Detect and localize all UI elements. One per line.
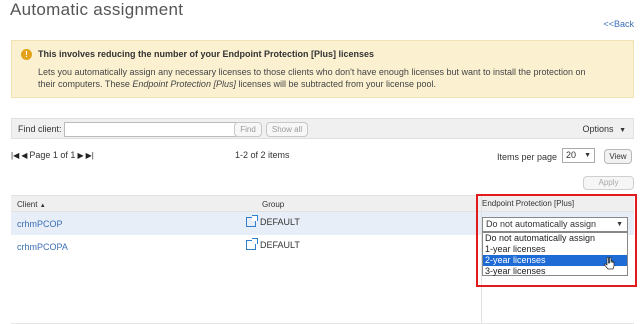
info-text-line2-suffix: licenses will be subtracted from your li… — [235, 79, 437, 89]
info-text: Lets you automatically assign any necess… — [38, 66, 623, 90]
first-page-icon[interactable]: |◀ — [11, 151, 19, 160]
external-group-icon[interactable] — [246, 238, 258, 250]
license-assignment-select[interactable]: Do not automatically assign ▼ — [482, 217, 628, 232]
info-title: This involves reducing the number of you… — [38, 49, 375, 59]
back-link[interactable]: <<Back — [603, 19, 634, 29]
caret-down-icon: ▼ — [619, 127, 626, 134]
show-all-button[interactable]: Show all — [266, 122, 308, 137]
page-title: Automatic assignment — [10, 0, 184, 19]
find-bar: Find client: Find Show all Options ▼ — [11, 118, 634, 139]
group-name: DEFAULT — [260, 240, 300, 250]
info-text-line2-em: Endpoint Protection [Plus] — [132, 79, 236, 89]
items-count: 1-2 of 2 items — [235, 150, 290, 160]
find-button[interactable]: Find — [234, 122, 262, 137]
hand-cursor-icon — [604, 257, 615, 270]
find-client-label: Find client: — [18, 124, 62, 134]
items-per-page-value: 20 — [566, 150, 577, 160]
previous-page-icon[interactable]: ◀ — [21, 151, 27, 160]
items-per-page-label: Items per page — [497, 152, 558, 162]
column-header-group[interactable]: Group — [262, 200, 284, 209]
group-name: DEFAULT — [260, 217, 300, 227]
external-group-icon[interactable] — [246, 215, 258, 227]
group-cell: DEFAULT — [246, 238, 300, 250]
caret-down-icon: ▼ — [616, 221, 623, 228]
client-link[interactable]: crhmPCOPA — [17, 242, 68, 252]
column-header-client-label: Client — [17, 200, 38, 209]
dropdown-option[interactable]: 1-year licenses — [483, 244, 627, 255]
find-client-input[interactable] — [64, 122, 243, 137]
client-link[interactable]: crhmPCOP — [17, 219, 63, 229]
items-per-page-select[interactable]: 20 ▼ — [562, 148, 595, 163]
last-page-icon[interactable]: ▶| — [86, 151, 94, 160]
page-indicator: Page 1 of 1 — [29, 150, 76, 160]
view-button[interactable]: View — [604, 149, 632, 164]
options-menu-button[interactable]: Options ▼ — [583, 124, 626, 134]
sort-ascending-icon: ▲ — [39, 203, 46, 209]
warning-icon: ! — [21, 49, 32, 60]
dropdown-option[interactable]: Do not automatically assign — [483, 233, 627, 244]
license-assignment-value: Do not automatically assign — [486, 219, 597, 229]
options-label: Options — [582, 124, 614, 134]
group-cell: DEFAULT — [246, 215, 300, 227]
caret-down-icon: ▼ — [584, 152, 591, 159]
pager: |◀ ◀ Page 1 of 1 ▶ ▶| — [11, 150, 94, 160]
info-text-line2-prefix: their computers. These — [38, 79, 133, 89]
column-header-client[interactable]: Client ▲ — [17, 200, 46, 209]
column-header-endpoint: Endpoint Protection [Plus] — [482, 199, 575, 208]
apply-button[interactable]: Apply — [583, 176, 634, 190]
info-box: ! This involves reducing the number of y… — [11, 40, 634, 98]
next-page-icon[interactable]: ▶ — [77, 151, 83, 160]
info-text-line1: Lets you automatically assign any necess… — [38, 67, 586, 77]
